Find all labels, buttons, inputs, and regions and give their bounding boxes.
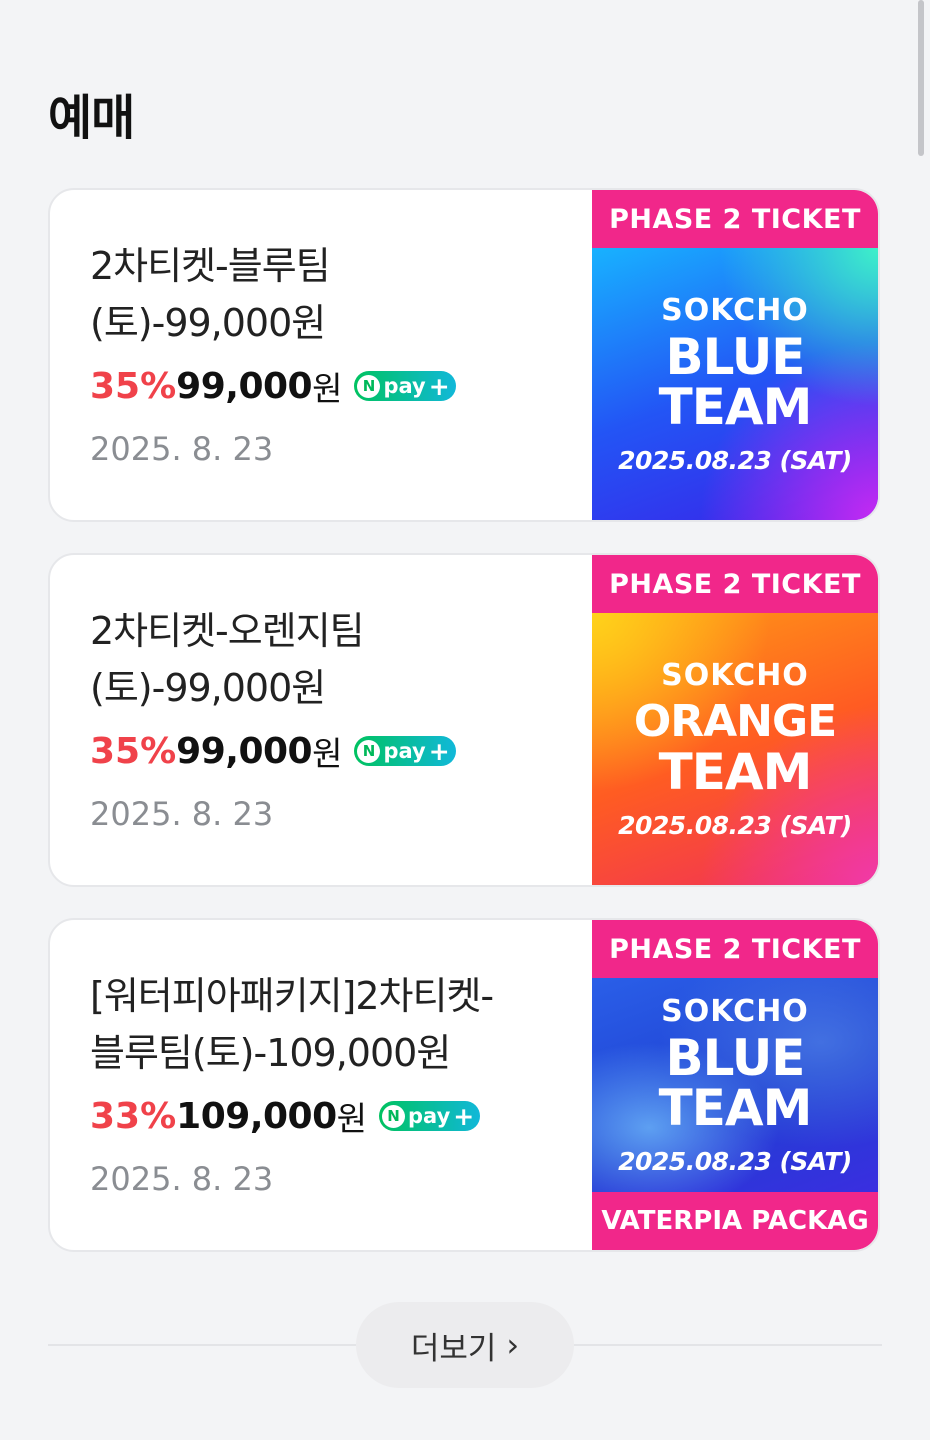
currency: 원 [312, 734, 343, 773]
price-row: 35% 99,000 원 N pay + [90, 364, 560, 408]
npay-plus-badge: N pay + [354, 371, 456, 401]
currency: 원 [312, 369, 343, 408]
chevron-right-icon: › [506, 1326, 520, 1364]
product-info: [워터피아패키지]2차티켓- 블루팀(토)-109,000원 33% 109,0… [90, 968, 560, 1198]
event-date: 2025. 8. 23 [90, 430, 274, 468]
product-thumbnail[interactable]: PHASE 2 TICKET SOKCHO BLUE TEAM 2025.08.… [592, 920, 878, 1250]
thumb-header: PHASE 2 TICKET [592, 555, 878, 613]
naver-n-icon: N [382, 1104, 406, 1128]
product-thumbnail[interactable]: PHASE 2 TICKET SOKCHO ORANGE TEAM 2025.0… [592, 555, 878, 885]
event-date: 2025. 8. 23 [90, 1160, 274, 1198]
discount-rate: 35% [90, 365, 177, 407]
price-row: 35% 99,000 원 N pay + [90, 729, 560, 773]
thumb-poster: SOKCHO BLUE TEAM 2025.08.23 (SAT) [592, 978, 878, 1192]
product-name: 2차티켓-블루팀 (토)-99,000원 [90, 244, 331, 345]
naver-n-icon: N [357, 374, 381, 398]
more-label: 더보기 [410, 1330, 497, 1367]
scrollbar[interactable] [918, 0, 924, 156]
thumb-poster: SOKCHO ORANGE TEAM 2025.08.23 (SAT) [592, 613, 878, 885]
currency: 원 [336, 1099, 368, 1138]
event-date: 2025. 8. 23 [90, 795, 274, 833]
product-name: 2차티켓-오렌지팀 (토)-99,000원 [90, 609, 365, 710]
thumb-footer: VATERPIA PACKAG [592, 1192, 878, 1250]
thumb-header: PHASE 2 TICKET [592, 190, 878, 248]
discount-rate: 33% [90, 1095, 177, 1137]
product-card[interactable]: [워터피아패키지]2차티켓- 블루팀(토)-109,000원 33% 109,0… [48, 918, 880, 1252]
discount-rate: 35% [90, 730, 177, 772]
plus-icon: + [428, 736, 450, 766]
sale-price: 99,000 [176, 365, 313, 407]
more-button[interactable]: 더보기 › [356, 1302, 574, 1388]
product-info: 2차티켓-블루팀 (토)-99,000원 35% 99,000 원 N pay … [90, 238, 560, 468]
plus-icon: + [428, 371, 450, 401]
product-card[interactable]: 2차티켓-블루팀 (토)-99,000원 35% 99,000 원 N pay … [48, 188, 880, 522]
product-card[interactable]: 2차티켓-오렌지팀 (토)-99,000원 35% 99,000 원 N pay… [48, 553, 880, 887]
product-thumbnail[interactable]: PHASE 2 TICKET SOKCHO BLUE TEAM 2025.08.… [592, 190, 878, 520]
sale-price: 99,000 [176, 730, 313, 772]
thumb-header: PHASE 2 TICKET [592, 920, 878, 978]
product-name: [워터피아패키지]2차티켓- 블루팀(토)-109,000원 [90, 974, 494, 1075]
thumb-poster: SOKCHO BLUE TEAM 2025.08.23 (SAT) [592, 248, 878, 520]
plus-icon: + [453, 1101, 475, 1131]
price-row: 33% 109,000 원 N pay + [90, 1094, 560, 1138]
product-info: 2차티켓-오렌지팀 (토)-99,000원 35% 99,000 원 N pay… [90, 603, 560, 833]
npay-plus-badge: N pay + [354, 736, 456, 766]
section-title: 예매 [48, 90, 135, 146]
npay-plus-badge: N pay + [379, 1101, 481, 1131]
naver-n-icon: N [357, 739, 381, 763]
sale-price: 109,000 [176, 1095, 337, 1137]
